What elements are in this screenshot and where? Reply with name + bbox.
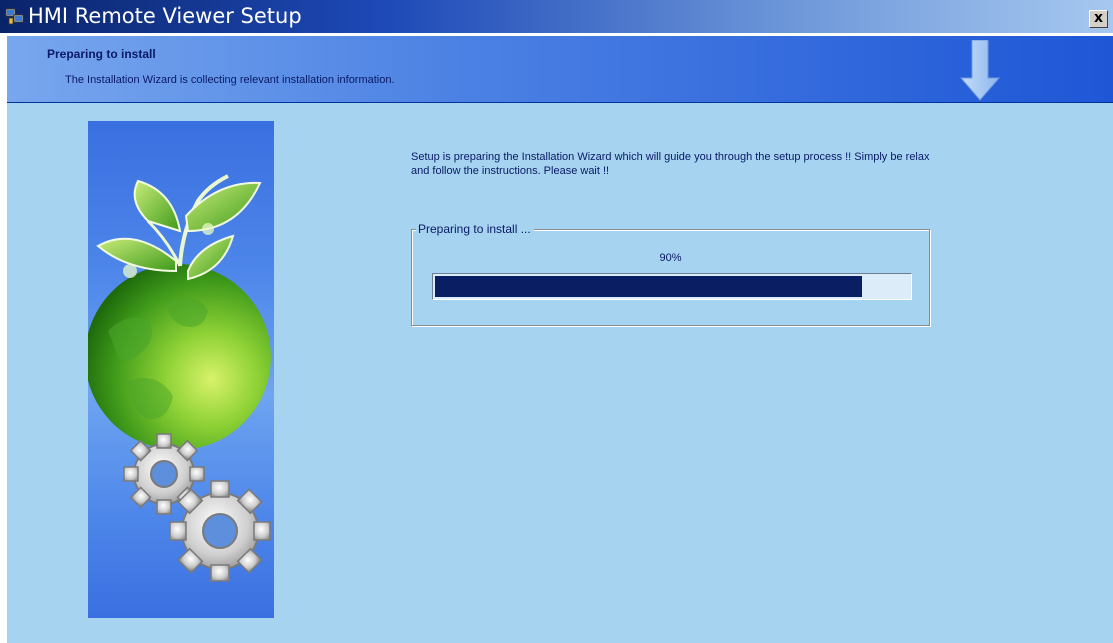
setup-description: Setup is preparing the Installation Wiza…	[411, 151, 930, 177]
down-arrow-icon	[959, 40, 1001, 101]
progress-percent: 90%	[659, 252, 682, 264]
setup-window: HMI Remote Viewer Setup x Preparing to i…	[0, 0, 1113, 643]
progress-groupbox: Preparing to install ... 90%	[411, 222, 930, 326]
progress-bar	[432, 273, 912, 300]
wizard-body: Setup is preparing the Installation Wiza…	[7, 103, 1113, 643]
globe-sprout-gears-image	[88, 121, 274, 618]
title-bar[interactable]: HMI Remote Viewer Setup x	[0, 0, 1113, 33]
groupbox-label: Preparing to install ...	[416, 222, 534, 236]
wizard-header: Preparing to install The Installation Wi…	[7, 36, 1113, 103]
header-title: Preparing to install	[47, 47, 156, 61]
setup-app-icon	[5, 8, 24, 25]
close-button[interactable]: x	[1089, 10, 1108, 28]
close-icon: x	[1093, 10, 1104, 26]
window-title: HMI Remote Viewer Setup	[28, 4, 302, 28]
progress-bar-fill	[435, 276, 862, 297]
header-subtitle: The Installation Wizard is collecting re…	[65, 74, 395, 86]
